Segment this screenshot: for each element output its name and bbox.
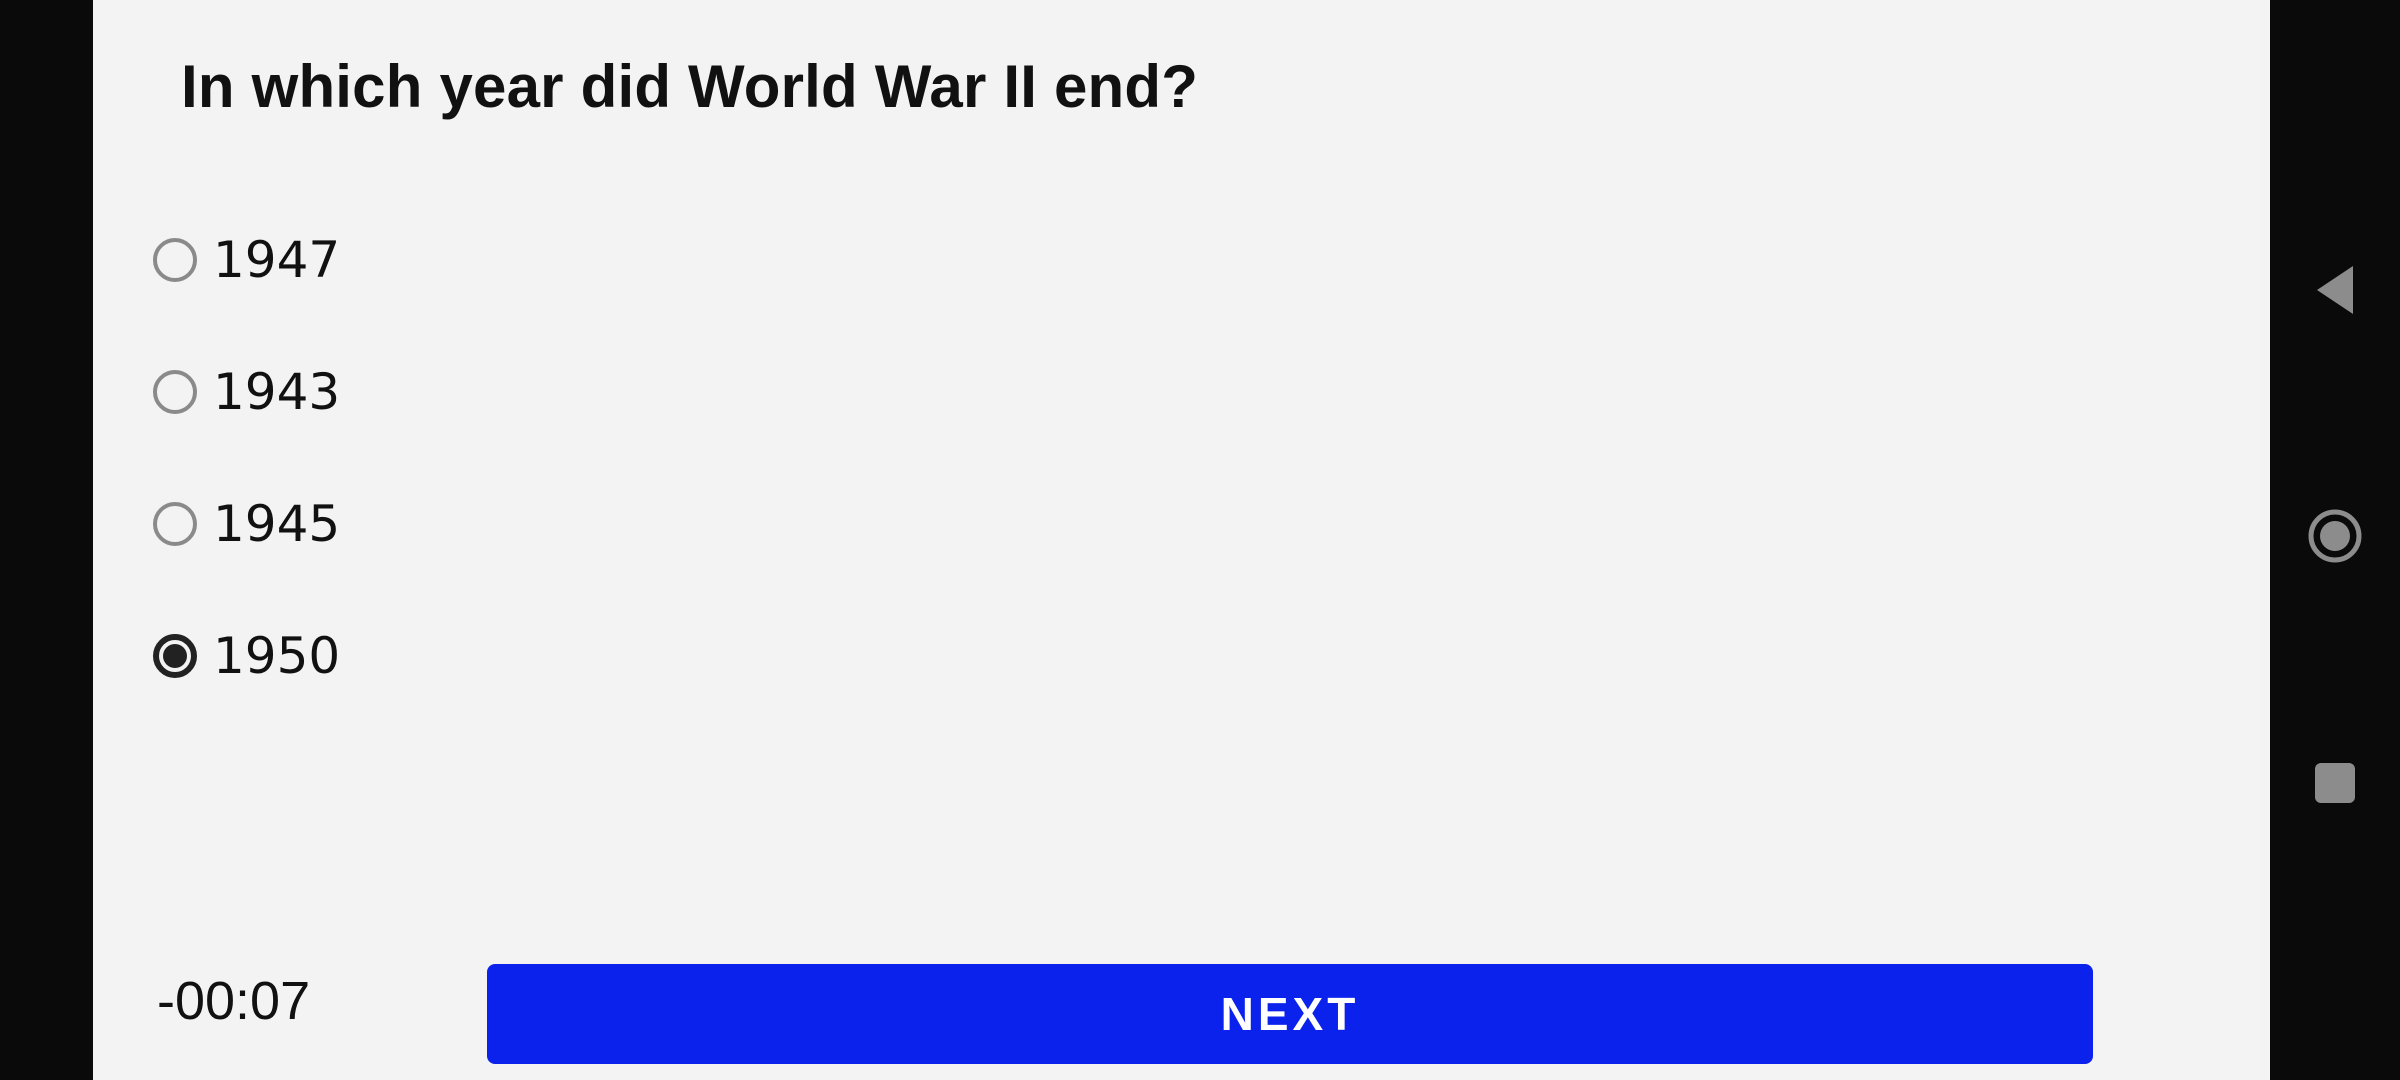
quiz-screen: In which year did World War II end? 1947… (93, 0, 2270, 1080)
radio-button-unchecked[interactable] (153, 238, 197, 282)
countdown-timer: -00:07 (157, 971, 311, 1031)
left-system-strip (0, 0, 93, 1080)
radio-dot (163, 644, 187, 668)
option-label: 1945 (213, 495, 341, 553)
next-button[interactable]: NEXT (487, 964, 2093, 1064)
option-label: 1943 (213, 363, 341, 421)
back-icon[interactable] (2305, 260, 2365, 320)
radio-button-unchecked[interactable] (153, 370, 197, 414)
question-text: In which year did World War II end? (181, 53, 1199, 120)
option-1943[interactable]: 1943 (153, 352, 340, 432)
radio-button-unchecked[interactable] (153, 502, 197, 546)
option-1950[interactable]: 1950 (153, 616, 340, 696)
recents-icon[interactable] (2305, 753, 2365, 813)
radio-button-checked[interactable] (153, 634, 197, 678)
option-label: 1947 (213, 231, 341, 289)
option-1947[interactable]: 1947 (153, 220, 340, 300)
option-label: 1950 (213, 627, 341, 685)
home-icon[interactable] (2305, 506, 2365, 566)
option-1945[interactable]: 1945 (153, 484, 340, 564)
